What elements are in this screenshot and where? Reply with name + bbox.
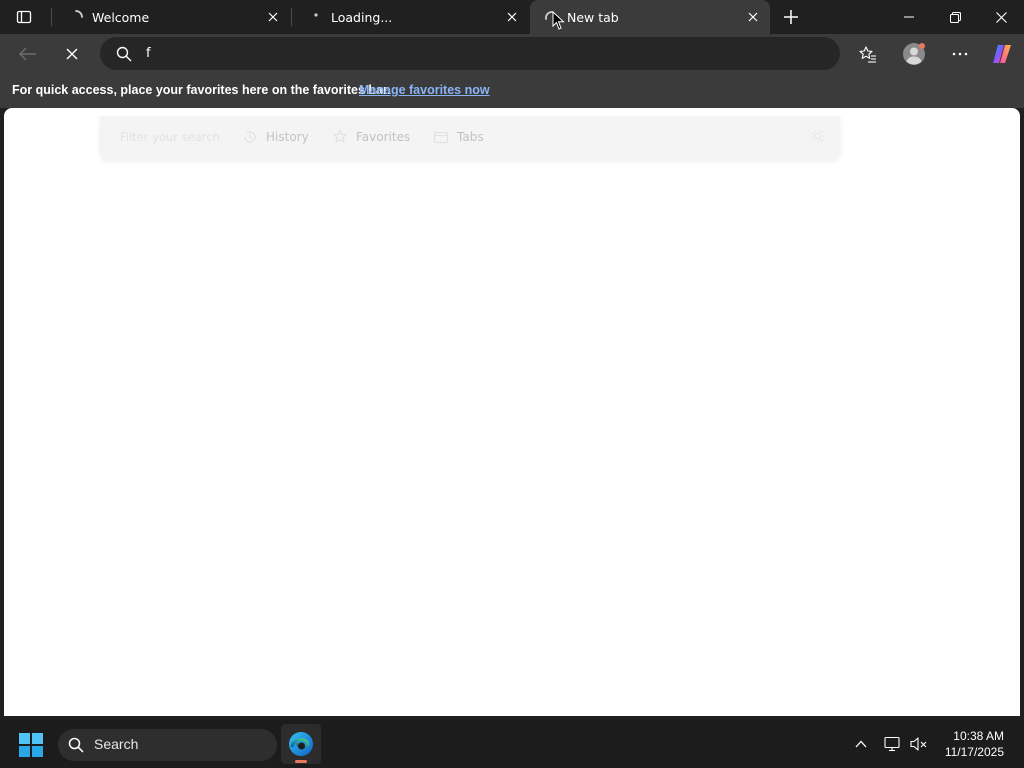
favorites-button[interactable]	[852, 38, 884, 70]
close-icon	[268, 12, 278, 22]
loading-spinner-icon	[314, 13, 318, 17]
chevron-up-icon	[855, 740, 867, 748]
network-status-button[interactable]	[883, 734, 903, 754]
tab-loading[interactable]: Loading...	[294, 0, 529, 34]
edge-icon	[289, 732, 313, 756]
close-icon	[507, 12, 517, 22]
more-dots-icon	[952, 52, 968, 56]
windows-taskbar: Search 10:38 AM 11/17/2025	[0, 720, 1024, 768]
favorites-list-icon	[859, 45, 876, 63]
tab-divider	[51, 8, 52, 26]
browser-toolbar	[0, 34, 1024, 74]
close-window-button[interactable]	[978, 0, 1024, 34]
back-button[interactable]	[12, 38, 44, 70]
filter-favorites-label: Favorites	[356, 130, 411, 144]
volume-button[interactable]	[909, 734, 929, 754]
network-icon	[884, 736, 900, 752]
filter-favorites-button[interactable]: Favorites	[332, 129, 410, 145]
settings-more-button[interactable]	[944, 38, 976, 70]
tab-welcome[interactable]: Welcome	[55, 0, 290, 34]
mouse-cursor-icon	[552, 11, 565, 30]
filter-history-label: History	[266, 130, 309, 144]
tab-new-tab[interactable]: New tab	[530, 0, 770, 34]
back-arrow-icon	[19, 47, 36, 61]
loading-spinner-icon	[75, 10, 83, 18]
filter-tabs-button[interactable]: Tabs	[433, 129, 484, 145]
speaker-muted-icon	[910, 737, 927, 751]
new-tab-button[interactable]	[778, 4, 804, 30]
avatar-icon	[903, 43, 925, 65]
favorites-bar: For quick access, place your favorites h…	[0, 74, 1024, 108]
search-icon	[116, 46, 132, 62]
tab-title: Welcome	[92, 9, 150, 25]
manage-favorites-link[interactable]: Manage favorites now	[359, 83, 490, 97]
taskbar-search-label: Search	[94, 736, 139, 752]
tab-title: New tab	[567, 9, 619, 25]
gear-icon	[811, 129, 825, 143]
system-clock[interactable]: 10:38 AM 11/17/2025	[945, 728, 1004, 760]
tab-close-button[interactable]	[503, 8, 521, 26]
plus-icon	[784, 10, 798, 24]
history-icon	[244, 131, 256, 143]
close-icon	[748, 12, 758, 22]
suggestions-settings-button[interactable]	[810, 128, 826, 144]
restore-icon	[949, 11, 961, 23]
tab-actions-icon	[16, 10, 32, 24]
address-input[interactable]	[146, 42, 806, 64]
filter-label: Filter your search	[120, 130, 220, 144]
filter-history-button[interactable]: History	[242, 129, 309, 145]
clock-time: 10:38 AM	[953, 729, 1004, 743]
taskbar-search-box[interactable]: Search	[58, 729, 277, 761]
search-icon	[68, 737, 84, 753]
tab-strip: Welcome Loading... New tab	[0, 0, 1024, 34]
active-app-indicator	[295, 760, 307, 763]
minimize-icon	[904, 16, 914, 18]
stop-loading-icon	[66, 48, 78, 60]
copilot-button[interactable]	[986, 38, 1018, 70]
clock-date: 11/17/2025	[944, 745, 1004, 759]
windows-start-icon[interactable]	[18, 732, 44, 758]
star-icon	[333, 129, 347, 143]
page-content[interactable]	[4, 108, 1020, 716]
edge-taskbar-button[interactable]	[281, 724, 321, 764]
favorites-bar-message: For quick access, place your favorites h…	[12, 83, 391, 97]
tab-close-button[interactable]	[744, 8, 762, 26]
minimize-button[interactable]	[886, 0, 932, 34]
filter-tabs-label: Tabs	[457, 130, 484, 144]
address-bar[interactable]	[100, 37, 840, 70]
close-icon	[995, 11, 1007, 23]
copilot-icon	[993, 45, 1011, 63]
address-suggestions-dropdown: Filter your search History Favorites Tab…	[100, 116, 840, 159]
profile-button[interactable]	[898, 38, 930, 70]
restore-button[interactable]	[932, 0, 978, 34]
tabs-icon	[433, 131, 449, 144]
tab-actions-button[interactable]	[10, 5, 38, 29]
show-hidden-icons-button[interactable]	[851, 734, 871, 754]
tab-title: Loading...	[331, 9, 393, 25]
tab-close-button[interactable]	[264, 8, 282, 26]
tab-divider	[291, 8, 292, 26]
stop-loading-button[interactable]	[56, 38, 88, 70]
